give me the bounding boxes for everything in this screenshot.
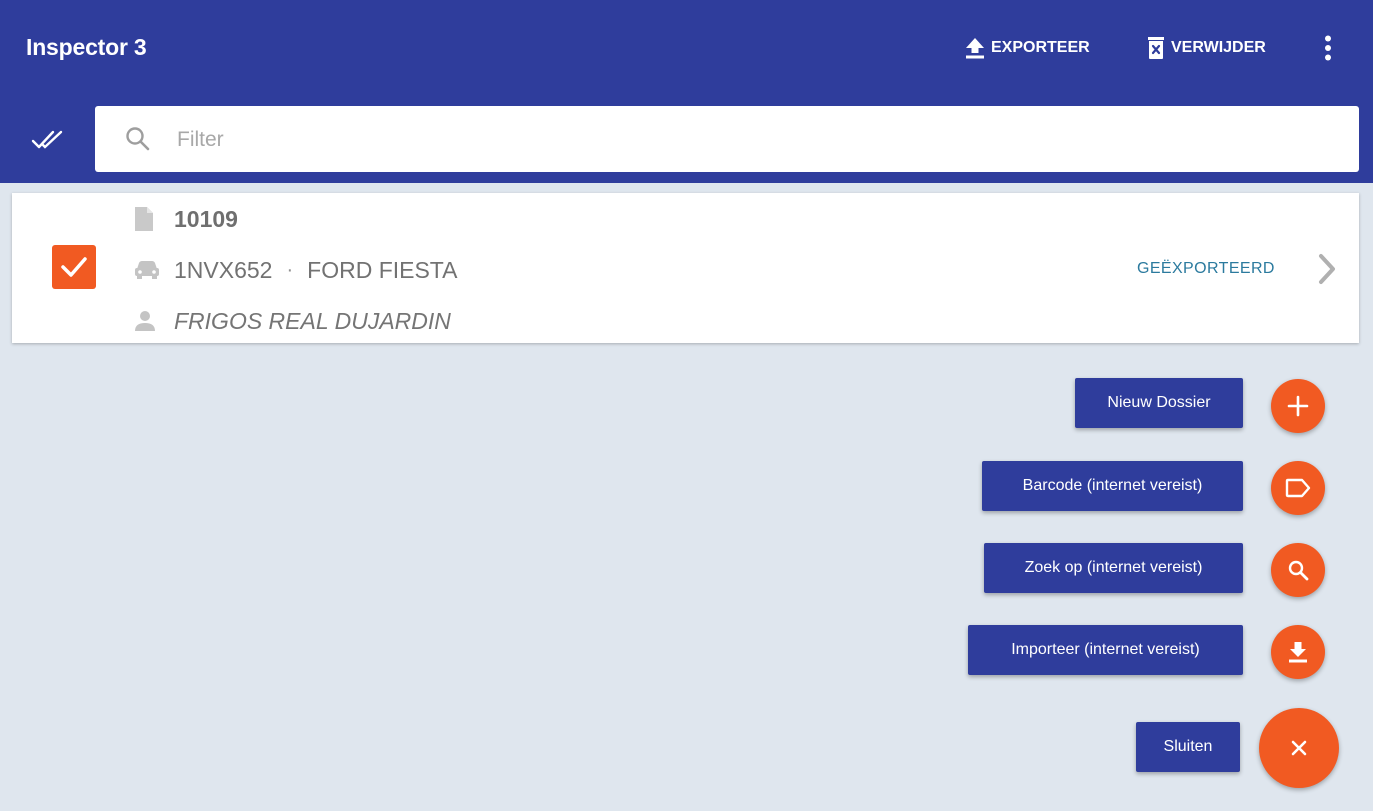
delete-label: VERWIJDER (1171, 39, 1266, 56)
separator-dot: · (286, 258, 294, 281)
client-name: FRIGOS REAL DUJARDIN (174, 307, 451, 334)
export-label: EXPORTEER (991, 39, 1090, 56)
close-fab[interactable] (1259, 708, 1339, 788)
vehicle-model: FORD FIESTA (307, 256, 458, 283)
plus-icon (1287, 395, 1309, 417)
upload-icon (966, 38, 984, 59)
dossier-number-row: 10109 (134, 201, 238, 237)
app-title: Inspector 3 (26, 34, 147, 60)
new-dossier-label-button[interactable]: Nieuw Dossier (1075, 378, 1243, 428)
close-icon (1291, 740, 1307, 756)
chevron-right-icon (1319, 254, 1335, 284)
vehicle-plate: 1NVX652 (174, 256, 273, 283)
app-bar: Inspector 3 EXPORTEER VERWIJDER (0, 0, 1373, 183)
more-vert-icon (1325, 35, 1331, 61)
close-label-button[interactable]: Sluiten (1136, 722, 1240, 772)
dossier-card[interactable]: 10109 1NVX652 · FORD FIESTA FRIGOS REAL … (12, 193, 1359, 343)
search-icon (126, 127, 150, 151)
status-badge: GEËXPORTEERD (1137, 260, 1275, 277)
dossier-vehicle-row: 1NVX652 · FORD FIESTA (134, 252, 458, 288)
select-all-button[interactable] (28, 124, 68, 156)
double-check-icon (31, 130, 63, 149)
dossier-client-row: FRIGOS REAL DUJARDIN (134, 303, 451, 339)
label-icon (1285, 478, 1311, 498)
filter-box (95, 106, 1359, 172)
export-button[interactable]: EXPORTEER (965, 34, 1090, 62)
barcode-fab[interactable] (1271, 461, 1325, 515)
more-menu-button[interactable] (1314, 30, 1342, 66)
filter-input[interactable] (175, 122, 1329, 158)
search-icon (1288, 560, 1309, 581)
dossier-checkbox[interactable] (52, 245, 96, 289)
download-icon (1289, 642, 1307, 663)
import-label-button[interactable]: Importeer (internet vereist) (968, 625, 1243, 675)
car-icon (135, 261, 159, 279)
delete-file-icon (1148, 37, 1164, 59)
barcode-label-button[interactable]: Barcode (internet vereist) (982, 461, 1243, 511)
new-dossier-fab[interactable] (1271, 379, 1325, 433)
import-fab[interactable] (1271, 625, 1325, 679)
check-icon (61, 257, 87, 277)
person-icon (135, 311, 155, 331)
lookup-fab[interactable] (1271, 543, 1325, 597)
document-icon (135, 207, 153, 231)
dossier-number: 10109 (174, 205, 238, 232)
lookup-label-button[interactable]: Zoek op (internet vereist) (984, 543, 1243, 593)
delete-button[interactable]: VERWIJDER (1147, 34, 1266, 62)
